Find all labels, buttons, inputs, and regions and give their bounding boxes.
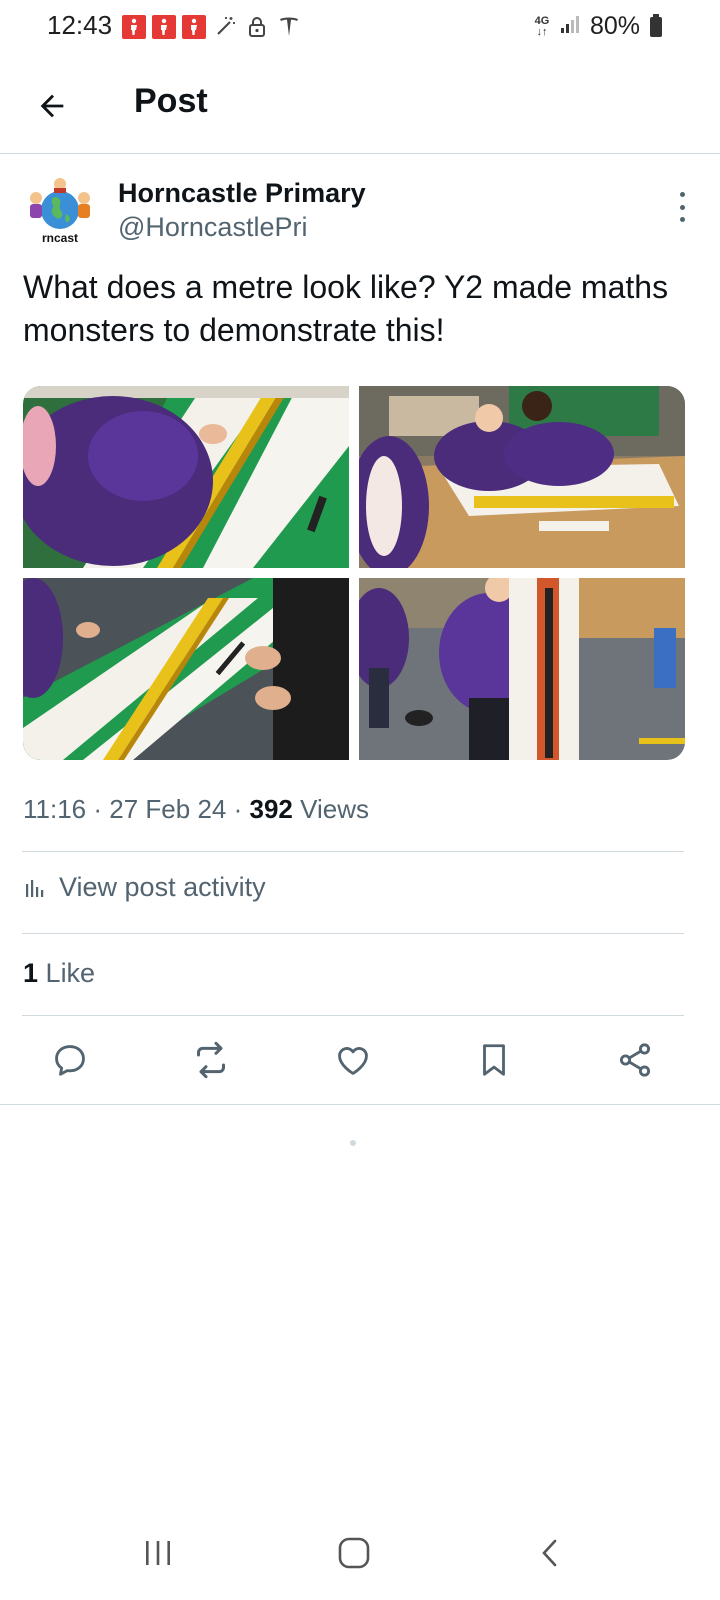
post-date: 27 Feb 24 (109, 794, 227, 824)
divider (0, 1104, 720, 1105)
page-title: Post (134, 82, 208, 120)
share-button[interactable] (613, 1038, 657, 1082)
notification-icons (122, 14, 302, 40)
battery-percentage: 80% (589, 12, 640, 40)
share-icon (619, 1043, 651, 1077)
divider (22, 851, 684, 852)
activity-label: View post activity (59, 872, 266, 902)
back-button[interactable] (26, 80, 78, 132)
analytics-icon (26, 879, 44, 897)
back-nav-button[interactable] (520, 1528, 580, 1578)
post-meta: 11:16 · 27 Feb 24 · 392 Views (23, 794, 369, 825)
post-text: What does a metre look like? Y2 made mat… (23, 269, 669, 348)
divider (22, 1015, 684, 1016)
arrow-left-icon (40, 94, 64, 118)
status-right: 4G ↓↑ 80% (532, 12, 662, 41)
repost-button[interactable] (189, 1038, 233, 1082)
status-time: 12:43 (47, 10, 113, 40)
view-post-activity-link[interactable]: View post activity (23, 872, 266, 903)
bookmark-icon (483, 1044, 505, 1076)
avatar-logo-text: rncast (42, 231, 78, 245)
more-vertical-icon (679, 192, 685, 197)
recent-apps-button[interactable] (128, 1528, 188, 1578)
author-name[interactable]: Horncastle Primary (118, 178, 366, 209)
status-bar: 12:43 4G ↓↑ 80% (0, 0, 720, 56)
signal-icon (560, 14, 582, 39)
family-notification-icon (182, 15, 206, 39)
recent-apps-icon (146, 1541, 170, 1565)
family-notification-icon (152, 15, 176, 39)
tesla-icon (276, 14, 302, 40)
heart-icon (338, 1047, 368, 1075)
photo-4[interactable] (359, 578, 685, 760)
likes-count: 1 (23, 958, 39, 988)
network-type: 4G ↓↑ (534, 14, 550, 38)
photo-3[interactable] (23, 578, 349, 760)
magic-wand-icon (212, 14, 238, 40)
meta-separator: · (93, 794, 103, 824)
post-author: rncast Horncastle Primary @HorncastlePri (22, 174, 698, 254)
photo-1[interactable] (23, 386, 349, 568)
top-app-bar: Post (0, 60, 720, 154)
views-count: 392 (249, 794, 293, 824)
reply-button[interactable] (48, 1038, 92, 1082)
reply-icon (55, 1045, 85, 1076)
bookmark-button[interactable] (472, 1038, 516, 1082)
divider (22, 933, 684, 934)
views-label: Views (300, 794, 370, 824)
battery-icon (650, 13, 662, 37)
more-options-button[interactable] (672, 192, 692, 222)
post-actions (0, 1038, 720, 1082)
loading-indicator (350, 1140, 356, 1146)
media-grid (23, 386, 685, 760)
photo-2[interactable] (359, 386, 685, 568)
like-button[interactable] (331, 1038, 375, 1082)
likes-label: Like (45, 958, 96, 988)
meta-separator: · (233, 794, 243, 824)
family-notification-icon (122, 15, 146, 39)
author-handle[interactable]: @HorncastlePri (118, 212, 307, 243)
avatar[interactable]: rncast (22, 174, 98, 250)
home-icon (338, 1537, 370, 1569)
repost-icon (197, 1041, 225, 1079)
post-time: 11:16 (23, 794, 87, 824)
likes-summary[interactable]: 1 Like (23, 958, 95, 989)
system-navigation-bar (0, 1510, 720, 1600)
lock-icon (244, 14, 270, 40)
home-button[interactable] (324, 1528, 384, 1578)
chevron-left-icon (542, 1539, 557, 1567)
